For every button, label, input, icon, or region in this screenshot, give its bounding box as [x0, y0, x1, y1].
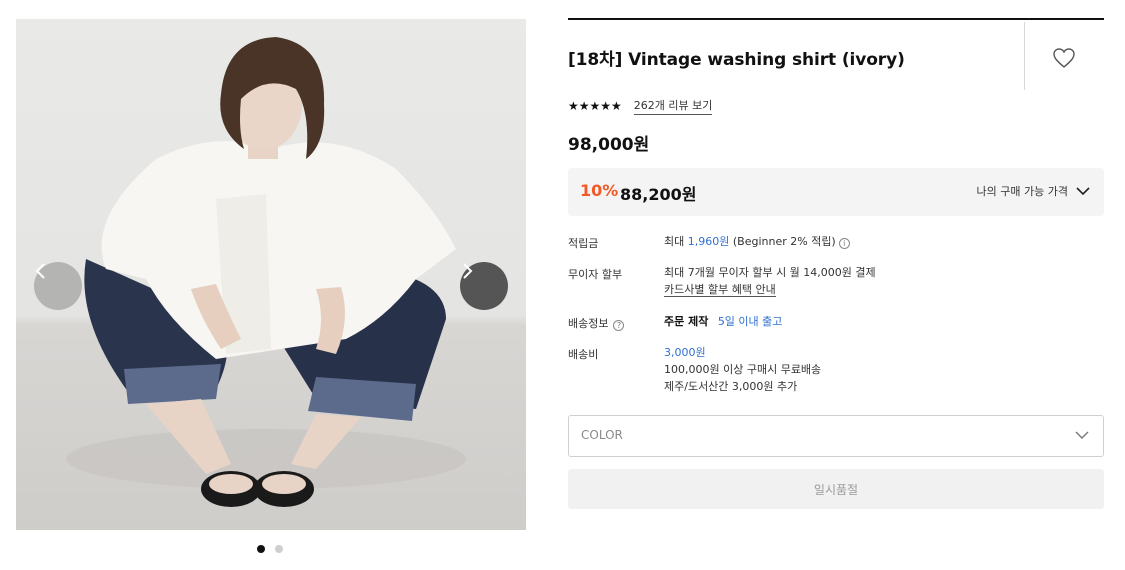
product-price: 98,000원 [568, 135, 650, 155]
title-row: [18차] Vintage washing shirt (ivory) [568, 20, 1104, 92]
discount-rate: 10% [580, 181, 619, 200]
heart-outline-icon [1053, 48, 1075, 68]
chevron-down-icon [1075, 431, 1089, 439]
gallery-dot-2[interactable] [275, 545, 283, 553]
product-photo [66, 37, 466, 507]
shipping-fee-amount: 3,000원 [664, 346, 706, 359]
product-image-gallery[interactable] [16, 19, 526, 530]
info-icon[interactable]: i [838, 238, 850, 249]
installment-text: 최대 7개월 무이자 할부 시 월 14,000원 결제 [664, 266, 876, 279]
discount-price: 88,200원 [620, 185, 697, 204]
chevron-down-icon [1076, 186, 1090, 195]
shipping-info-label-wrap: 배송정보? [568, 315, 625, 331]
rating-row: ★★★★★ 262개 리뷰 보기 [568, 97, 713, 115]
my-price-label: 나의 구매 가능 가격 [976, 185, 1068, 198]
free-shipping-text: 100,000원 이상 구매시 무료배송 [664, 363, 822, 376]
points-value: 최대 1,960원 (Beginner 2% 적립) i [664, 233, 850, 250]
gallery-pagination [257, 545, 283, 553]
star-rating: ★★★★★ [568, 99, 622, 113]
shipping-info-label: 배송정보 [568, 317, 609, 330]
installment-label: 무이자 할부 [568, 268, 623, 281]
chevron-left-icon [35, 263, 45, 279]
island-fee-text: 제주/도서산간 3,000원 추가 [664, 380, 798, 393]
installment-value: 최대 7개월 무이자 할부 시 월 14,000원 결제 카드사별 할부 혜택 … [664, 264, 876, 298]
help-icon[interactable]: ? [613, 320, 625, 331]
wishlist-divider [1024, 22, 1025, 90]
gallery-dot-1[interactable] [257, 545, 265, 553]
soldout-button[interactable]: 일시품절 [568, 469, 1104, 509]
shipping-fee-label: 배송비 [568, 348, 599, 361]
gallery-prev-button[interactable] [34, 262, 82, 310]
order-type: 주문 제작 [664, 315, 709, 328]
my-price-toggle[interactable]: 나의 구매 가능 가격 [977, 183, 1090, 199]
card-benefit-link[interactable]: 카드사별 할부 혜택 안내 [664, 283, 776, 297]
discount-box: 10% 88,200원 나의 구매 가능 가격 [568, 168, 1104, 216]
color-select[interactable]: COLOR [568, 415, 1104, 457]
color-select-placeholder: COLOR [581, 428, 623, 442]
review-link[interactable]: 262개 리뷰 보기 [633, 97, 713, 115]
chevron-right-icon [463, 263, 473, 279]
shipping-fee-value: 3,000원 100,000원 이상 구매시 무료배송 제주/도서산간 3,00… [664, 344, 821, 395]
lead-time: 5일 이내 출고 [717, 315, 783, 328]
points-amount: 1,960원 [687, 235, 730, 248]
gallery-next-button[interactable] [460, 262, 508, 310]
shipping-info-value: 주문 제작 5일 이내 출고 [664, 313, 782, 330]
points-suffix: (Beginner 2% 적립) [729, 235, 836, 248]
points-prefix: 최대 [664, 235, 688, 248]
product-info-panel: [18차] Vintage washing shirt (ivory) ★★★★… [568, 18, 1104, 509]
points-label: 적립금 [568, 237, 599, 250]
wishlist-button[interactable] [1052, 47, 1076, 69]
product-title: [18차] Vintage washing shirt (ivory) [568, 50, 905, 70]
